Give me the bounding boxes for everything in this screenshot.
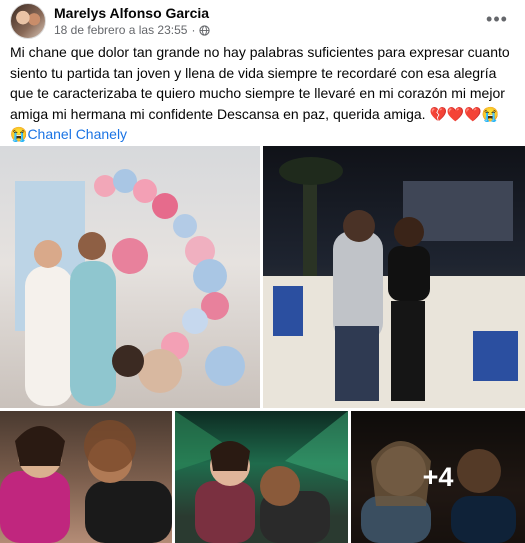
mention-link[interactable]: Chanel Chanely bbox=[27, 126, 127, 142]
globe-icon[interactable] bbox=[199, 24, 211, 36]
photo-2-image bbox=[263, 157, 525, 408]
more-options-button[interactable]: ••• bbox=[485, 7, 509, 31]
post-timestamp[interactable]: 18 de febrero a las 23:55 bbox=[54, 23, 187, 37]
post-header: Marelys Alfonso Garcia 18 de febrero a l… bbox=[10, 3, 515, 39]
meta-separator: · bbox=[191, 23, 196, 37]
hearts-emoji: 💔❤️❤️ bbox=[429, 105, 482, 122]
photo-3[interactable] bbox=[0, 411, 172, 543]
post-meta: 18 de febrero a las 23:55 · bbox=[54, 23, 211, 37]
photo-2[interactable] bbox=[263, 146, 525, 408]
author-avatar[interactable] bbox=[10, 3, 46, 39]
photo-3-image bbox=[0, 420, 172, 543]
photo-4[interactable] bbox=[175, 411, 348, 543]
photo-4-image bbox=[175, 411, 348, 543]
photo-1-image bbox=[15, 169, 245, 406]
author-name[interactable]: Marelys Alfonso Garcia bbox=[54, 5, 209, 21]
more-photos-overlay[interactable]: +4 bbox=[351, 411, 525, 543]
photo-1[interactable] bbox=[0, 146, 260, 408]
photo-5[interactable]: +4 bbox=[351, 411, 525, 543]
post-text: Mi chane que dolor tan grande no hay pal… bbox=[10, 42, 515, 145]
